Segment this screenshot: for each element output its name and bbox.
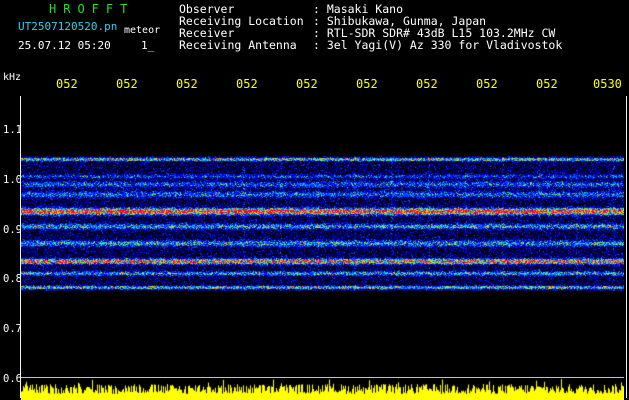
time-tick: 052 bbox=[56, 77, 78, 91]
time-tick: 052 bbox=[236, 77, 258, 91]
spectrogram-plot bbox=[21, 96, 624, 376]
time-tick: 052 bbox=[536, 77, 558, 91]
amplitude-trace bbox=[21, 378, 624, 400]
marker-text: 1_ bbox=[141, 39, 155, 52]
time-tick: 052 bbox=[176, 77, 198, 91]
time-tick: 052 bbox=[476, 77, 498, 91]
frequency-unit-label: kHz bbox=[3, 72, 22, 83]
time-tick: 0530 bbox=[593, 77, 622, 91]
file-name: UT2507120520.pn bbox=[18, 20, 118, 33]
time-tick: 052 bbox=[296, 77, 318, 91]
time-tick: 052 bbox=[416, 77, 438, 91]
hrofft-window: HROFFT UT2507120520.pn meteor 25.07.12 0… bbox=[0, 0, 629, 400]
antenna-value: : 3el Yagi(V) Az 330 for Vladivostok bbox=[313, 38, 563, 52]
time-tick: 052 bbox=[116, 77, 138, 91]
antenna-label: Receiving Antenna bbox=[179, 38, 297, 52]
app-title: HROFFT bbox=[49, 2, 135, 16]
file-type-label: meteor bbox=[124, 25, 161, 36]
time-tick: 052 bbox=[356, 77, 378, 91]
recording-datetime: 25.07.12 05:20 bbox=[18, 39, 111, 52]
